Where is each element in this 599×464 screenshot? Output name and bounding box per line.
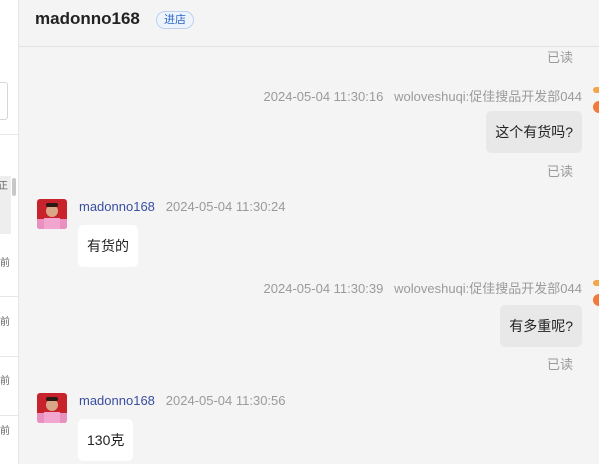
message-meta: madonno168 2024-05-04 11:30:56 xyxy=(79,393,286,408)
unread-marker xyxy=(593,280,599,286)
divider xyxy=(0,356,18,357)
message-timestamp: 2024-05-04 11:30:16 xyxy=(263,89,384,104)
message-sender[interactable]: madonno168 xyxy=(79,393,155,408)
conversation-item-time: 前 xyxy=(0,317,10,328)
unread-marker xyxy=(593,87,599,93)
read-status: 已读 xyxy=(546,357,573,372)
message-sender: woloveshuqi:促佳搜品开发部044 xyxy=(394,281,582,296)
avatar[interactable] xyxy=(37,199,67,229)
contact-name[interactable]: madonno168 xyxy=(35,9,140,29)
message-sender[interactable]: madonno168 xyxy=(79,199,155,214)
message-meta: 2024-05-04 11:30:39 woloveshuqi:促佳搜品开发部0… xyxy=(264,278,582,297)
message-timestamp: 2024-05-04 11:30:39 xyxy=(263,281,384,296)
scrollbar[interactable] xyxy=(12,178,16,196)
conversation-item-label: 正 xyxy=(0,168,8,206)
message-timestamp: 2024-05-04 11:30:56 xyxy=(165,393,286,408)
message-timestamp: 2024-05-04 11:30:24 xyxy=(165,199,286,214)
conversation-item-time: 前 xyxy=(0,376,10,387)
divider xyxy=(0,296,18,297)
conversation-item-time: 前 xyxy=(0,426,10,437)
message-sender: woloveshuqi:促佳搜品开发部044 xyxy=(394,89,582,104)
message-meta: madonno168 2024-05-04 11:30:24 xyxy=(79,199,286,214)
divider xyxy=(0,134,18,135)
message-bubble-incoming[interactable]: 有货的 xyxy=(78,225,138,267)
avatar-photo-icon xyxy=(37,393,67,423)
conversation-item-active[interactable]: 正 xyxy=(0,176,11,234)
avatar-photo-icon xyxy=(37,199,67,229)
read-status: 已读 xyxy=(546,50,573,65)
divider xyxy=(0,415,18,416)
message-bubble-outgoing[interactable]: 这个有货吗? xyxy=(486,111,582,153)
visit-store-button[interactable]: 进店 xyxy=(156,11,194,29)
message-bubble-outgoing[interactable]: 有多重呢? xyxy=(500,305,582,347)
avatar[interactable] xyxy=(37,393,67,423)
chat-header: madonno168 进店 xyxy=(19,0,599,47)
message-bubble-incoming[interactable]: 130克 xyxy=(78,419,134,461)
conversation-item-time: 前 xyxy=(0,258,10,269)
conversation-list-panel: 正 前 前 前 前 xyxy=(0,0,19,464)
message-meta: 2024-05-04 11:30:16 woloveshuqi:促佳搜品开发部0… xyxy=(264,86,582,105)
unread-marker xyxy=(593,101,599,113)
read-status: 已读 xyxy=(546,164,573,179)
unread-marker xyxy=(593,294,599,306)
conversation-search-input[interactable] xyxy=(0,82,8,120)
